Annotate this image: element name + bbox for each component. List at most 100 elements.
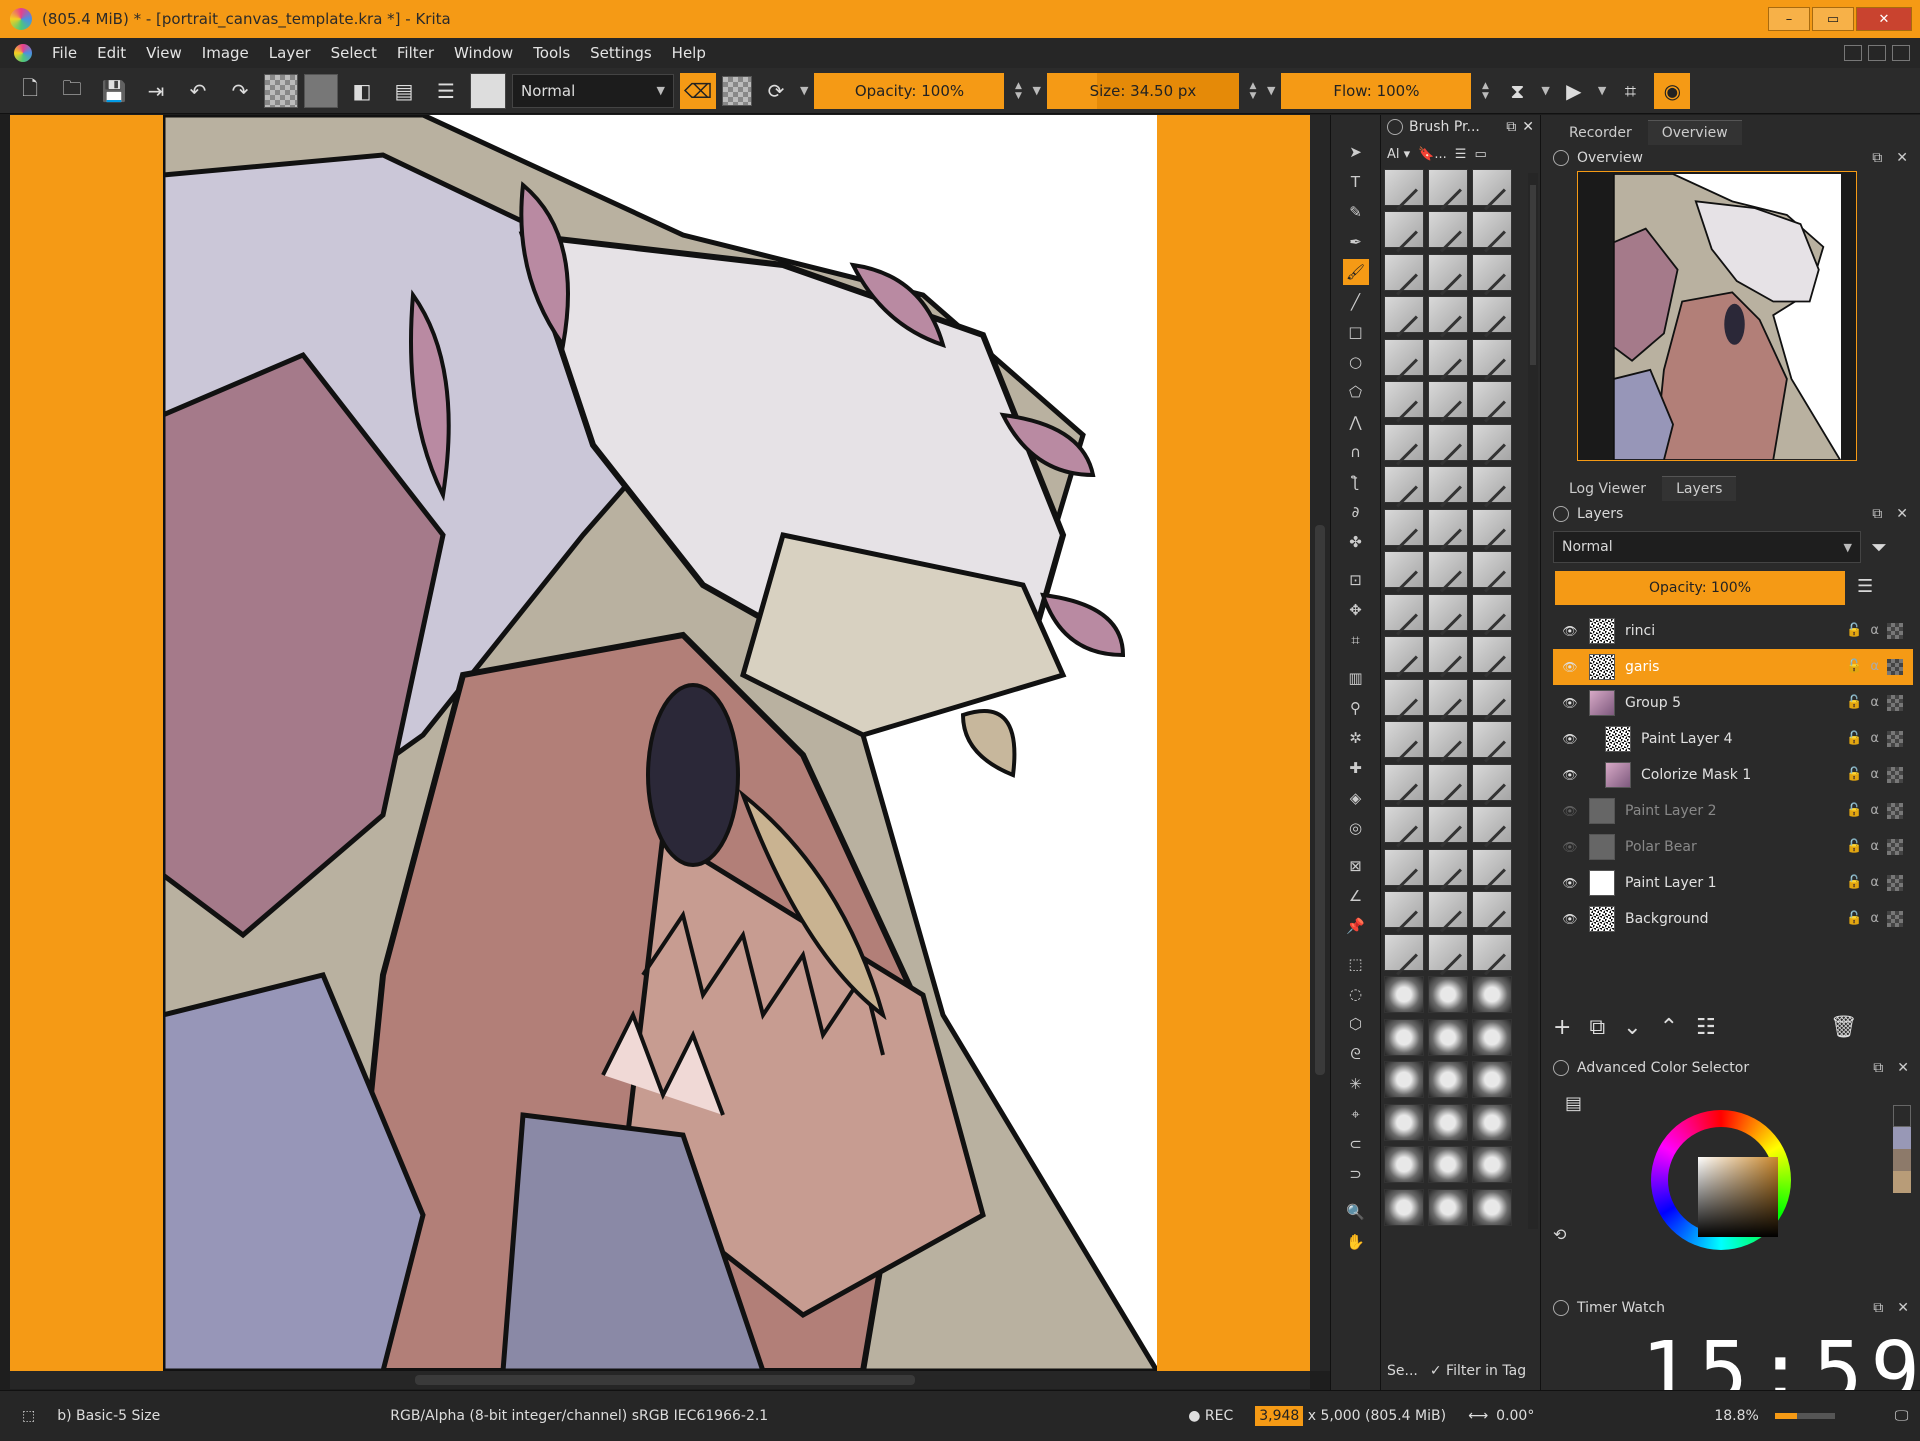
bookmark-icon[interactable]: 🔖... <box>1418 147 1447 162</box>
canvas-only-icon[interactable]: 🖵 <box>1895 1408 1909 1424</box>
eye-icon[interactable]: 👁 <box>1559 732 1581 746</box>
eye-icon[interactable]: 👁 <box>1559 660 1581 674</box>
brush-preset-tile[interactable] <box>1428 1018 1468 1056</box>
colorize-mask-tool-icon[interactable]: ✲ <box>1343 725 1369 751</box>
inherit-alpha-icon[interactable] <box>1887 731 1903 747</box>
brush-preset-tile[interactable] <box>1472 296 1512 334</box>
preserve-alpha-icon[interactable] <box>722 75 752 106</box>
close-icon[interactable]: ✕ <box>1897 1060 1909 1076</box>
layer-options-icon[interactable]: ☰ <box>1857 576 1873 597</box>
brush-preset-tile[interactable] <box>1472 253 1512 291</box>
record-status[interactable]: ● REC <box>1188 1408 1233 1424</box>
brush-preset-tile[interactable] <box>1428 169 1468 206</box>
menu-help[interactable]: Help <box>662 44 716 62</box>
gradient-tool-icon[interactable]: ▥ <box>1343 665 1369 691</box>
view-options-icon[interactable]: ▭ <box>1474 147 1486 162</box>
eye-icon[interactable]: 👁 <box>1559 840 1581 854</box>
smart-patch-tool-icon[interactable]: ✚ <box>1343 755 1369 781</box>
tab-overview[interactable]: Overview <box>1647 120 1742 145</box>
layer-row[interactable]: 👁 rinci 🔓 α <box>1553 613 1913 649</box>
freehand-path-tool-icon[interactable]: ƪ <box>1343 469 1369 495</box>
menu-select[interactable]: Select <box>321 44 387 62</box>
alpha-lock-icon[interactable]: α <box>1870 875 1879 891</box>
brush-preset-tile[interactable] <box>1384 466 1424 504</box>
lock-icon[interactable]: 🔓 <box>1846 875 1862 891</box>
polygonal-selection-tool-icon[interactable]: ⬡ <box>1343 1011 1369 1037</box>
freehand-selection-tool-icon[interactable]: ᘓ <box>1343 1041 1369 1067</box>
menu-filter[interactable]: Filter <box>387 44 444 62</box>
tab-recorder[interactable]: Recorder <box>1555 121 1646 145</box>
brush-preset-tile[interactable] <box>1384 508 1424 546</box>
brush-preset-tile[interactable] <box>1472 551 1512 589</box>
swatch[interactable] <box>1893 1149 1911 1171</box>
menu-view[interactable]: View <box>136 44 192 62</box>
alpha-lock-icon[interactable]: α <box>1870 731 1879 747</box>
layer-opacity-slider[interactable]: Opacity: 100% <box>1555 571 1845 605</box>
brush-preset-tile[interactable] <box>1472 848 1512 886</box>
polyline-tool-icon[interactable]: ⋀ <box>1343 409 1369 435</box>
filter-icon[interactable]: ⏷ <box>1871 535 1887 559</box>
lock-icon[interactable]: 🔓 <box>1846 659 1862 675</box>
brush-preset-tile[interactable] <box>1428 338 1468 376</box>
menu-tools[interactable]: Tools <box>523 44 580 62</box>
alpha-lock-icon[interactable]: α <box>1870 767 1879 783</box>
eye-icon[interactable]: 👁 <box>1559 912 1581 926</box>
pan-tool-icon[interactable]: ✋ <box>1343 1229 1369 1255</box>
zoom-tool-icon[interactable]: 🔍 <box>1343 1199 1369 1225</box>
menu-icon[interactable]: ☰ <box>1455 147 1467 162</box>
brush-preset-tile[interactable] <box>1428 1188 1468 1226</box>
brush-preset-tile[interactable] <box>1384 933 1424 971</box>
brush-preset-tile[interactable] <box>1384 848 1424 886</box>
refresh-icon[interactable]: ⟲ <box>1553 1225 1566 1244</box>
lock-icon[interactable]: 🔓 <box>1846 803 1862 819</box>
layer-row[interactable]: 👁 garis 🔓 α <box>1553 649 1913 685</box>
inherit-alpha-icon[interactable] <box>1887 911 1903 927</box>
layer-row[interactable]: 👁 Group 5 🔓 α <box>1553 685 1913 721</box>
ellipse-tool-icon[interactable]: ○ <box>1343 349 1369 375</box>
tab-layers[interactable]: Layers <box>1662 476 1737 501</box>
swatch[interactable] <box>1893 1127 1911 1149</box>
menu-file[interactable]: File <box>42 44 87 62</box>
alpha-lock-icon[interactable]: α <box>1870 839 1879 855</box>
color-square[interactable] <box>1698 1157 1778 1237</box>
alpha-lock-icon[interactable]: α <box>1870 695 1879 711</box>
layer-row[interactable]: 👁 Background 🔓 α <box>1553 901 1913 937</box>
brush-preset-tile[interactable] <box>1384 381 1424 419</box>
layer-properties-icon[interactable]: ☷ <box>1696 1015 1716 1040</box>
inherit-alpha-icon[interactable] <box>1887 767 1903 783</box>
brush-preset-tile[interactable] <box>1428 296 1468 334</box>
new-document-icon[interactable]: 🗋 <box>12 73 48 109</box>
lock-icon[interactable]: 🔓 <box>1846 695 1862 711</box>
eye-icon[interactable]: 👁 <box>1559 804 1581 818</box>
current-brush-preset-icon[interactable] <box>470 72 506 109</box>
delete-layer-icon[interactable]: 🗑 <box>1830 1015 1858 1040</box>
brush-preset-tile[interactable] <box>1428 381 1468 419</box>
menu-settings[interactable]: Settings <box>580 44 662 62</box>
lock-icon[interactable]: 🔓 <box>1846 623 1862 639</box>
size-slider[interactable]: Size: 34.50 px <box>1046 72 1239 109</box>
multibrush-tool-icon[interactable]: ✤ <box>1343 529 1369 555</box>
inherit-alpha-icon[interactable] <box>1887 839 1903 855</box>
swatch[interactable] <box>1893 1105 1911 1127</box>
similar-color-selection-tool-icon[interactable]: ⌖ <box>1343 1101 1369 1127</box>
lock-icon[interactable]: 🔓 <box>1846 839 1862 855</box>
edit-shapes-tool-icon[interactable]: ✎ <box>1343 199 1369 225</box>
brush-preset-tile[interactable] <box>1428 1061 1468 1099</box>
menu-layer[interactable]: Layer <box>259 44 321 62</box>
swatch[interactable] <box>1893 1171 1911 1193</box>
brush-preset-tile[interactable] <box>1472 508 1512 546</box>
mdi-restore-button[interactable] <box>1868 45 1886 61</box>
brush-preset-tile[interactable] <box>1428 211 1468 249</box>
close-icon[interactable]: ✕ <box>1896 150 1908 166</box>
crop-tool-icon[interactable]: ⌗ <box>1343 627 1369 653</box>
brush-presets-icon[interactable]: ☰ <box>428 73 464 109</box>
record-icon[interactable]: ◉ <box>1654 72 1691 109</box>
brush-preset-tile[interactable] <box>1384 423 1424 461</box>
mdi-close-button[interactable] <box>1892 45 1910 61</box>
brush-preset-tile[interactable] <box>1384 1018 1424 1056</box>
brush-preset-tile[interactable] <box>1384 1103 1424 1141</box>
gradient-icon[interactable] <box>264 73 298 108</box>
brush-preset-tile[interactable] <box>1472 763 1512 801</box>
brush-preset-tile[interactable] <box>1472 1188 1512 1226</box>
brush-preset-tile[interactable] <box>1384 338 1424 376</box>
